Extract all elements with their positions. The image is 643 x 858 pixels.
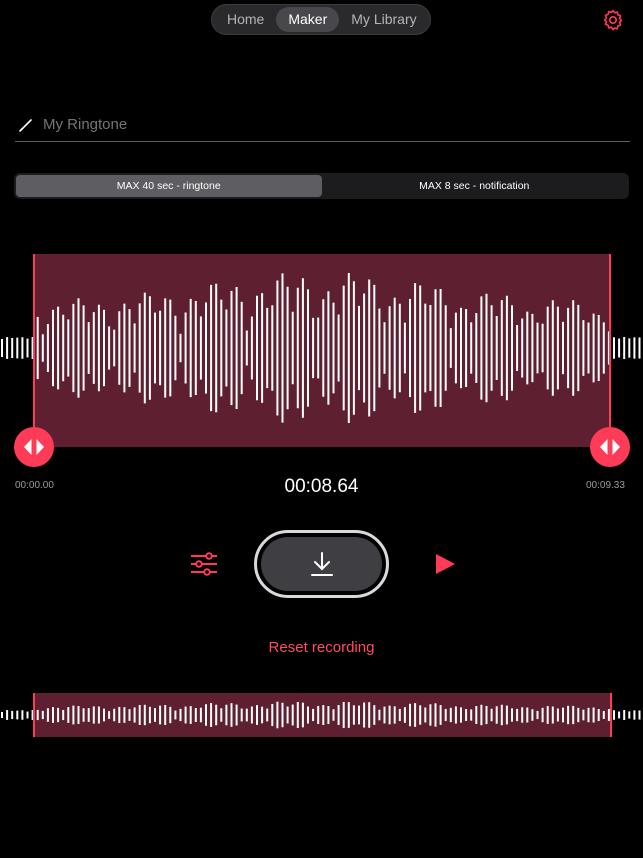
left-trim-handle[interactable] — [14, 427, 54, 467]
reset-recording-button[interactable]: Reset recording — [0, 639, 643, 656]
end-time-label: 00:09.33 — [586, 480, 625, 491]
download-arrow-icon — [310, 552, 333, 576]
download-button[interactable] — [254, 530, 389, 598]
right-trim-handle[interactable] — [590, 427, 630, 467]
play-icon[interactable] — [434, 553, 456, 575]
sliders-icon[interactable] — [190, 551, 218, 577]
waveform-canvas — [1, 254, 641, 737]
download-button-inner — [261, 537, 382, 591]
current-time-label: 00:08.64 — [284, 476, 359, 497]
